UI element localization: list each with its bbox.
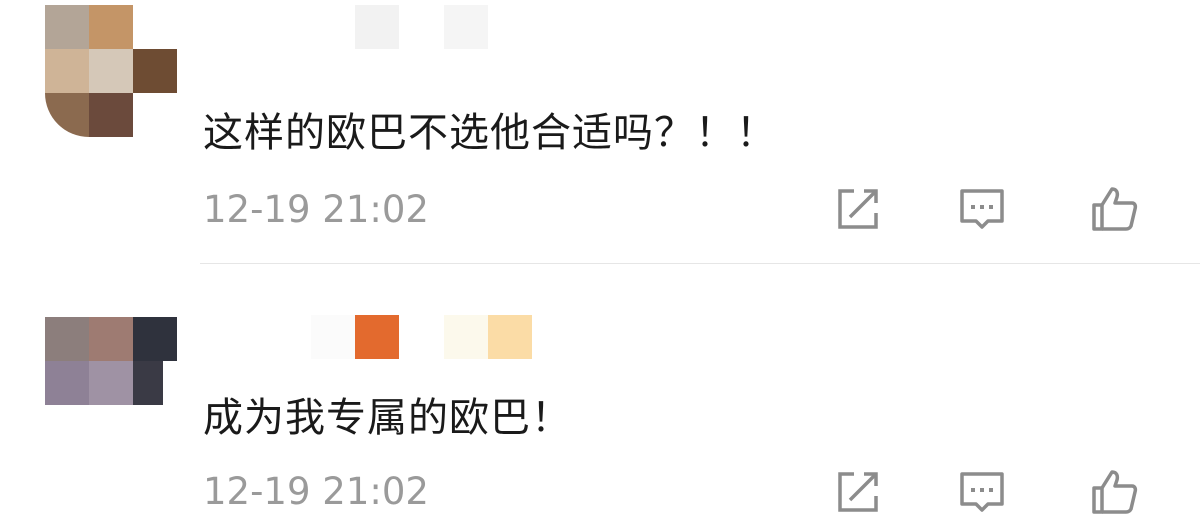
repost-icon[interactable] [834,468,882,516]
like-icon[interactable] [1090,185,1138,233]
comment-item: 这样的欧巴不选他合适吗？！！ 12-19 21:02 [0,0,1200,264]
avatar-pixel [45,93,89,137]
avatar[interactable] [45,317,177,449]
avatar-pixel [89,93,133,137]
reply-icon[interactable] [958,468,1006,516]
avatar-pixel [133,317,177,361]
like-icon[interactable] [1090,468,1138,516]
avatar-pixel [89,361,133,405]
username-pixel [355,5,399,49]
username-pixel [444,315,488,359]
avatar-pixel [89,317,133,361]
comment-time: 12-19 21:02 [203,188,429,231]
reply-icon[interactable] [958,185,1006,233]
username-pixel [355,315,399,359]
avatar-pixel [45,49,89,93]
comment-divider [200,263,1200,264]
avatar-pixel [133,49,177,93]
username-pixel [444,5,488,49]
avatar-pixel [45,361,89,405]
comment-text: 这样的欧巴不选他合适吗？！！ [203,110,777,156]
avatar-pixel [89,49,133,93]
comment-item: 成为我专属的欧巴！ 12-19 21:02 [0,265,1200,529]
comment-text: 成为我专属的欧巴！ [203,395,572,441]
avatar-pixel [89,5,133,49]
comment-time: 12-19 21:02 [203,470,429,513]
repost-icon[interactable] [834,185,882,233]
username-pixel [311,315,355,359]
avatar[interactable] [45,5,177,137]
avatar-pixel [133,361,163,405]
avatar-pixel [45,317,89,361]
username[interactable] [200,5,600,55]
avatar-pixel [45,5,89,49]
username[interactable] [200,315,600,365]
username-pixel [488,315,532,359]
